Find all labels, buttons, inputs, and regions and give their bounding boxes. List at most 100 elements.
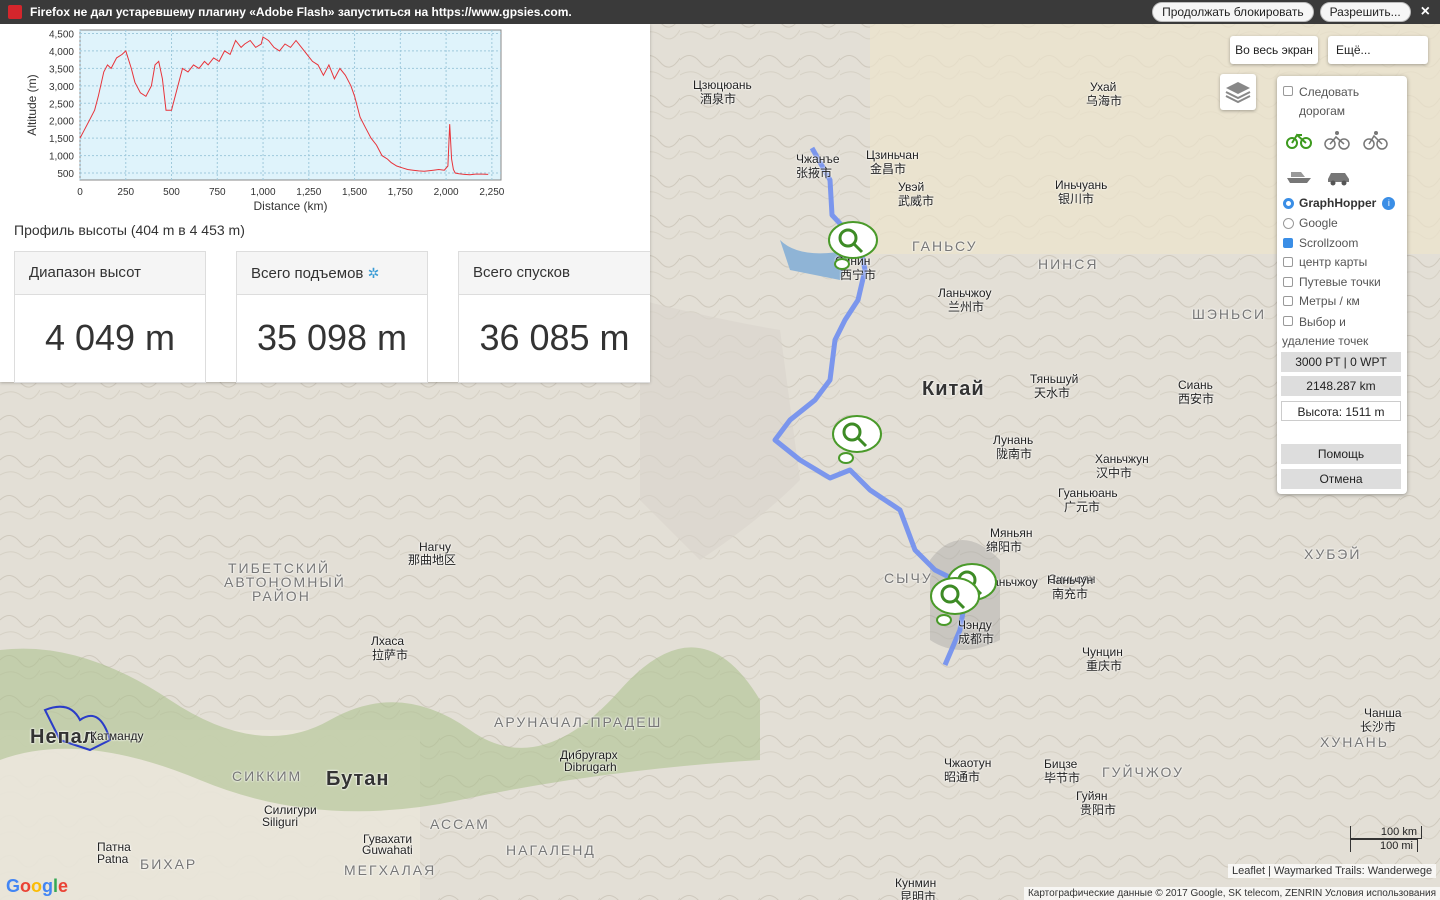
map-label: 张掖市 <box>796 166 833 180</box>
map-label: ХУБЭЙ <box>1304 546 1362 562</box>
follow-roads-checkbox[interactable] <box>1283 86 1293 96</box>
layers-button[interactable] <box>1220 74 1256 110</box>
close-icon[interactable]: × <box>1421 3 1430 21</box>
map-label: МЕГХАЛАЯ <box>344 862 437 878</box>
stat-range-value: 4 049 m <box>44 317 176 358</box>
more-button[interactable]: Ещё... <box>1328 36 1428 64</box>
profile-icons <box>1285 130 1389 150</box>
map-scale: 100 km 100 mi <box>1350 826 1422 852</box>
zoom-marker-icon[interactable] <box>826 218 880 276</box>
x-tick-label: 0 <box>77 187 83 198</box>
waypoints-checkbox[interactable] <box>1283 277 1293 287</box>
option-select-points[interactable]: Выбор и удаление точек <box>1282 313 1394 351</box>
settings-icon[interactable]: ✲ <box>368 265 380 281</box>
map-label: СИККИМ <box>232 768 303 784</box>
y-tick-label: 2,000 <box>49 117 74 128</box>
map-label: 银川市 <box>1058 192 1095 206</box>
follow-roads-option[interactable]: Следовать дорогам <box>1283 83 1389 121</box>
map-label: НИНСЯ <box>1038 256 1099 272</box>
x-axis-label: Distance (km) <box>253 199 327 213</box>
zoom-marker-icon[interactable] <box>928 574 982 632</box>
option-center[interactable]: центр карты <box>1283 255 1367 269</box>
x-tick-label: 1,250 <box>296 187 321 198</box>
map-label: 酒泉市 <box>700 92 737 106</box>
cancel-button[interactable]: Отмена <box>1281 469 1401 489</box>
stat-descent-label: Всего спусков <box>459 252 650 295</box>
total-distance: 2148.287 km <box>1281 376 1401 396</box>
router-graphhopper-radio[interactable] <box>1283 197 1294 209</box>
follow-roads-label: Следовать дорогам <box>1299 85 1360 118</box>
map-label: БИХАР <box>140 856 198 872</box>
router-graphhopper[interactable]: GraphHopper i <box>1283 196 1396 210</box>
continue-block-button[interactable]: Продолжать блокировать <box>1152 2 1314 22</box>
stat-descent-value: 36 085 m <box>479 317 630 358</box>
y-tick-label: 3,000 <box>49 82 74 93</box>
car-icon[interactable] <box>1325 168 1353 186</box>
stat-range: Диапазон высот 4 049 m <box>14 251 206 383</box>
stat-ascent: Всего подъемов ✲ 35 098 m <box>236 251 428 383</box>
map-label: ГАНЬСУ <box>912 238 978 254</box>
map-label: АРУНАЧАЛ-ПРАДЕШ <box>494 714 663 730</box>
center-checkbox[interactable] <box>1283 257 1293 267</box>
y-axis-label: Altitude (m) <box>25 74 39 135</box>
fullscreen-button[interactable]: Во весь экран <box>1230 36 1318 64</box>
map-label: 贵阳市 <box>1080 803 1117 817</box>
allow-button[interactable]: Разрешить... <box>1319 2 1411 22</box>
current-altitude: Высота: 1511 m <box>1281 401 1401 421</box>
option-waypoints[interactable]: Путевые точки <box>1283 275 1381 289</box>
profile-icons-row2 <box>1285 168 1353 186</box>
road-bike-icon[interactable] <box>1323 130 1351 150</box>
zoom-marker-icon[interactable] <box>830 412 884 470</box>
mtb-icon[interactable] <box>1361 130 1389 150</box>
map-label: Patna <box>97 852 129 866</box>
router-google-radio[interactable] <box>1283 217 1294 229</box>
flash-notification-bar: Firefox не дал устаревшему плагину «Adob… <box>0 0 1440 24</box>
map-label: 拉萨市 <box>372 648 409 662</box>
x-tick-label: 2,250 <box>479 187 504 198</box>
elevation-chart: 500 1,000 1,500 2,000 2,500 3,000 3,500 4,000 4,… <box>25 29 505 213</box>
y-tick-label: 4,000 <box>49 47 74 58</box>
help-button[interactable]: Помощь <box>1281 444 1401 464</box>
router-google[interactable]: Google <box>1283 216 1338 230</box>
units-label: Метры / км <box>1299 294 1360 308</box>
x-tick-label: 750 <box>209 187 226 198</box>
map-label: РАЙОН <box>252 588 311 604</box>
map-label: 成都市 <box>958 632 995 646</box>
map-label: 广元市 <box>1064 500 1101 514</box>
map-label: 乌海市 <box>1086 94 1123 108</box>
map-label: ШЭНЬСИ <box>1192 306 1267 322</box>
scrollzoom-checkbox[interactable] <box>1283 238 1293 248</box>
option-units[interactable]: Метры / км <box>1283 294 1360 308</box>
stat-ascent-header: Всего подъемов ✲ <box>237 252 427 295</box>
y-tick-label: 4,500 <box>49 29 74 40</box>
y-tick-label: 1,000 <box>49 152 74 163</box>
map-label: АССАМ <box>430 816 490 832</box>
x-tick-label: 2,000 <box>434 187 459 198</box>
map-label: НАГАЛЕНД <box>506 842 596 858</box>
x-tick-label: 250 <box>117 187 134 198</box>
plugin-blocked-icon <box>8 5 22 19</box>
map-label: СЫЧУ <box>884 570 933 586</box>
stat-ascent-label: Всего подъемов <box>251 265 364 282</box>
x-tick-label: 1,750 <box>388 187 413 198</box>
y-tick-label: 500 <box>57 169 74 180</box>
bicycle-icon[interactable] <box>1285 130 1313 150</box>
map-label: 绵阳市 <box>986 540 1023 554</box>
map-attribution[interactable]: Картографические данные © 2017 Google, S… <box>1023 887 1440 900</box>
google-logo: Google <box>6 876 69 896</box>
info-icon[interactable]: i <box>1382 196 1396 210</box>
scale-km: 100 km <box>1350 826 1422 839</box>
boat-icon[interactable] <box>1285 168 1313 186</box>
map-label: 昭通市 <box>944 770 981 784</box>
select-points-label: Выбор и удаление точек <box>1282 315 1369 348</box>
option-scrollzoom[interactable]: Scrollzoom <box>1283 236 1358 250</box>
map-label: 毕节市 <box>1044 771 1081 785</box>
map-label: 昆明市 <box>900 890 937 900</box>
map-label: 汉中市 <box>1096 466 1133 480</box>
router-graphhopper-label: GraphHopper <box>1299 196 1377 210</box>
y-tick-label: 2,500 <box>49 99 74 110</box>
leaflet-attribution[interactable]: Leaflet | Waymarked Trails: Wanderwege <box>1228 864 1437 878</box>
stat-ascent-value: 35 098 m <box>256 317 408 358</box>
units-checkbox[interactable] <box>1283 296 1293 306</box>
y-tick-label: 3,500 <box>49 64 74 75</box>
